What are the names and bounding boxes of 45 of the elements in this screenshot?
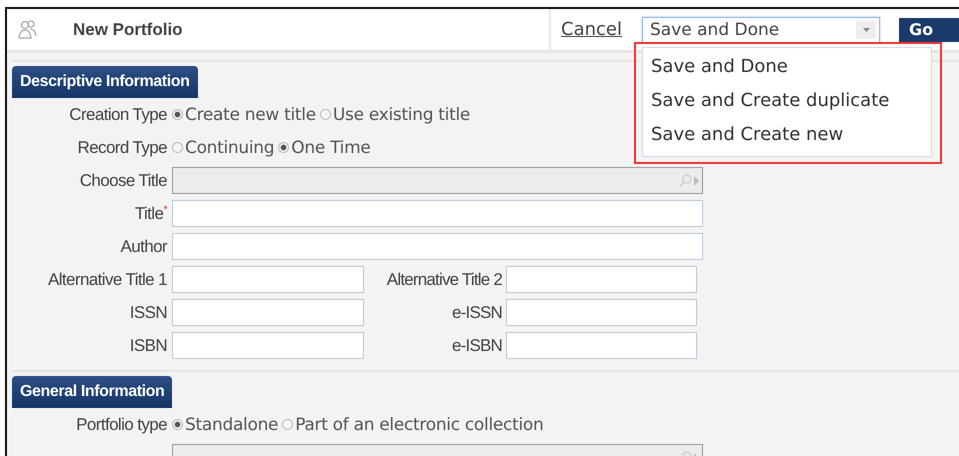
field-label: Author — [120, 236, 167, 256]
radio-label: Part of an electronic collection — [295, 414, 544, 434]
radio-button[interactable] — [172, 419, 183, 430]
field-label: Creation Type — [68, 104, 168, 124]
radio-button[interactable] — [172, 109, 183, 120]
field-label: Alternative Title 1 — [47, 270, 168, 290]
go-button[interactable]: Go — [899, 18, 959, 42]
section-header: Descriptive Information — [12, 66, 198, 98]
field-label: Alternative Title 2 — [386, 270, 503, 290]
field-label: ISSN — [128, 302, 168, 322]
page-title: New Portfolio — [73, 20, 183, 40]
search-icon — [678, 174, 700, 188]
radio-button[interactable] — [282, 419, 294, 430]
field-label: Choose Title — [78, 170, 168, 190]
field-label: ISBN — [128, 336, 168, 356]
action-select[interactable]: Save and Done — [642, 16, 880, 42]
radio-label: Standalone — [185, 414, 278, 434]
text-field[interactable] — [172, 200, 703, 227]
text-field[interactable] — [506, 266, 697, 293]
text-field[interactable] — [172, 299, 364, 326]
menu-option[interactable]: Save and Done — [643, 50, 931, 84]
text-field[interactable] — [172, 332, 364, 359]
field-label: Title — [134, 204, 164, 222]
field-label: e-ISSN — [451, 302, 503, 322]
radio-button[interactable] — [172, 142, 183, 153]
cancel-link[interactable]: Cancel — [561, 19, 622, 40]
radio-label: Create new title — [185, 104, 316, 124]
caret-icon — [862, 28, 870, 32]
radio-label: Use existing title — [332, 104, 470, 124]
radio-button[interactable] — [320, 109, 331, 120]
people-icon — [17, 18, 39, 40]
menu-option[interactable]: Save and Create new — [643, 118, 931, 152]
menu-option[interactable]: Save and Create duplicate — [643, 84, 931, 118]
text-field[interactable] — [172, 266, 364, 293]
text-field[interactable] — [506, 299, 697, 326]
field-label: e-ISBN — [451, 336, 503, 356]
field-label: Record Type — [76, 138, 168, 158]
radio-button[interactable] — [278, 142, 290, 153]
required-mark: * — [163, 204, 167, 216]
radio-label: One Time — [291, 138, 371, 158]
text-field[interactable] — [172, 233, 703, 260]
text-field[interactable] — [506, 332, 697, 359]
field-label: Portfolio type — [75, 414, 168, 434]
section-header: General Information — [12, 376, 172, 408]
radio-label: Continuing — [185, 138, 274, 158]
